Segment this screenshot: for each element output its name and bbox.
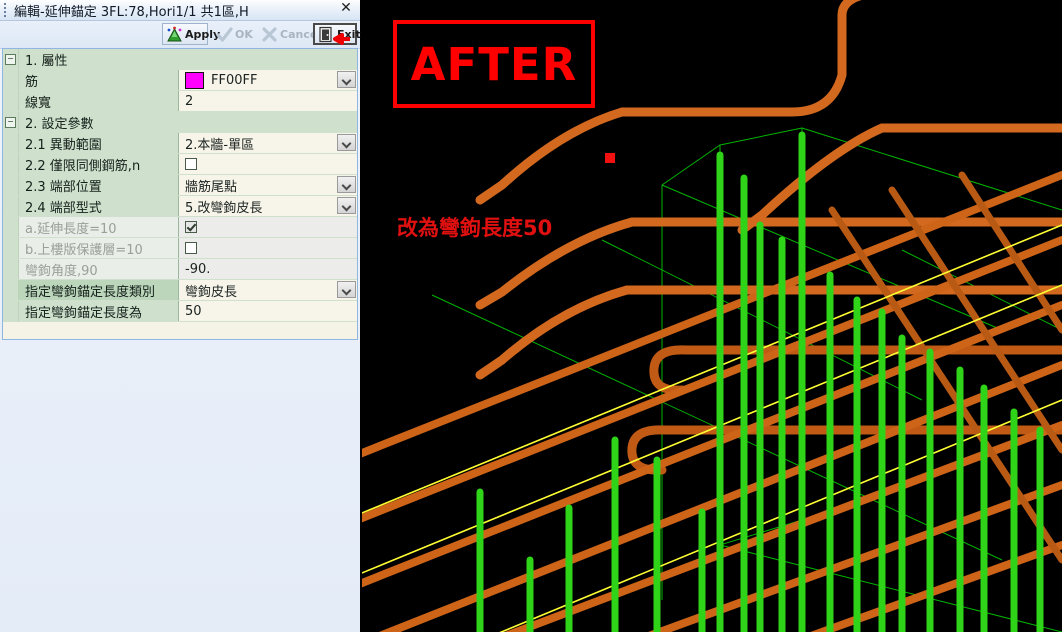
grid-row-label: a.延伸長度=10 [19, 217, 179, 237]
grid-gutter: − [3, 112, 19, 132]
grid-gutter [3, 133, 19, 153]
grid-gutter [3, 154, 19, 174]
grid-group-row[interactable]: − 2. 設定參數 [3, 112, 357, 133]
dialog-title: 編輯-延伸錨定 3FL:78,Hori1/1 共1區,H [14, 5, 249, 20]
cancel-button[interactable]: Cancel [257, 23, 321, 45]
grid-row-label: 2.4 端部型式 [19, 196, 179, 216]
grid-row-label: b.上樓版保護層=10 [19, 238, 179, 258]
grid-row-label: 2.1 異動範圍 [19, 133, 179, 153]
grid-gutter [3, 280, 19, 300]
apply-button[interactable]: Apply [162, 23, 220, 45]
grid-row-value[interactable]: 彎鉤皮長 [179, 280, 357, 300]
grid-row-value[interactable]: 5.改彎鉤皮長 [179, 196, 357, 216]
grid-row-label: 筋 [19, 70, 179, 90]
rebar-3d-viewport[interactable]: AFTER 改為彎鉤長度50 [362, 0, 1062, 632]
chevron-down-icon[interactable] [337, 197, 356, 214]
grid-row-label: 線寬 [19, 91, 179, 111]
color-swatch-icon[interactable] [185, 71, 204, 89]
grid-gutter [3, 217, 19, 237]
grid-row-value[interactable]: 2.本牆-單區 [179, 133, 357, 153]
grid-row-value[interactable]: FF00FF [179, 70, 357, 90]
grid-gutter [3, 91, 19, 111]
dialog-body: 編輯-延伸錨定 3FL:78,Hori1/1 共1區,H ✕ Apply OK … [0, 0, 361, 632]
grid-row-value[interactable]: -90. [179, 259, 357, 279]
grid-row-value-text: 5.改彎鉤皮長 [185, 200, 263, 216]
grid-gutter: − [3, 49, 19, 69]
grid-row-value[interactable]: 2 [179, 91, 357, 111]
ok-button-label: OK [235, 27, 253, 41]
check-icon [216, 26, 233, 43]
collapse-icon[interactable]: − [5, 53, 16, 65]
grid-row-end-position[interactable]: 2.3 端部位置 牆筋尾點 [3, 175, 357, 196]
grid-row-label: 彎鉤角度,90 [19, 259, 179, 279]
edit-anchor-dialog: 編輯-延伸錨定 3FL:78,Hori1/1 共1區,H ✕ Apply OK … [0, 0, 362, 632]
cross-icon [261, 26, 278, 43]
grid-row-value[interactable]: 50 [179, 301, 357, 321]
grid-gutter [3, 196, 19, 216]
chevron-down-icon[interactable] [337, 176, 356, 193]
after-banner: AFTER [393, 20, 595, 108]
grid-row-slab-cover[interactable]: b.上樓版保護層=10 [3, 238, 357, 259]
chevron-down-icon[interactable] [337, 281, 356, 298]
grid-group-row[interactable]: − 1. 屬性 [3, 49, 357, 70]
dialog-toolbar: Apply OK Cancel Exit [0, 21, 361, 49]
ok-button[interactable]: OK [212, 23, 254, 45]
grid-row-label: 1. 屬性 [19, 49, 357, 69]
drag-grip-icon[interactable] [4, 3, 7, 17]
grid-row-label: 指定彎鉤錨定長度為 [19, 301, 179, 321]
grid-row-linewidth[interactable]: 線寬 2 [3, 91, 357, 112]
grid-row-extend-length[interactable]: a.延伸長度=10 [3, 217, 357, 238]
property-grid: − 1. 屬性 筋 FF00FF 線寬 2 − 2. 設定參數 2.1 異動範圍… [2, 48, 358, 340]
dialog-titlebar: 編輯-延伸錨定 3FL:78,Hori1/1 共1區,H ✕ [0, 0, 360, 21]
grid-gutter [3, 175, 19, 195]
grid-row-label: 2.2 僅限同側鋼筋,n [19, 154, 179, 174]
app-root: 編輯-延伸錨定 3FL:78,Hori1/1 共1區,H ✕ Apply OK … [0, 0, 1062, 632]
checkbox-unchecked-icon[interactable] [185, 242, 197, 254]
grid-row-value-text: 彎鉤皮長 [185, 284, 238, 300]
chevron-down-icon[interactable] [337, 134, 356, 151]
color-hex-value: FF00FF [211, 72, 258, 88]
grid-row-hook-angle[interactable]: 彎鉤角度,90 -90. [3, 259, 357, 280]
chevron-down-icon[interactable] [337, 71, 356, 88]
grid-row-end-type[interactable]: 2.4 端部型式 5.改彎鉤皮長 [3, 196, 357, 217]
grid-row-label: 2.3 端部位置 [19, 175, 179, 195]
annotation-label: 改為彎鉤長度50 [397, 216, 553, 240]
grid-row-change-scope[interactable]: 2.1 異動範圍 2.本牆-單區 [3, 133, 357, 154]
checkbox-checked-icon[interactable] [185, 221, 197, 233]
grid-row-value[interactable] [179, 217, 357, 237]
grid-row-same-side-only[interactable]: 2.2 僅限同側鋼筋,n [3, 154, 357, 175]
grid-row-hook-length-value[interactable]: 指定彎鉤錨定長度為 50 [3, 301, 357, 322]
collapse-icon[interactable]: − [5, 116, 16, 128]
grid-gutter [3, 301, 19, 321]
after-banner-label: AFTER [410, 37, 578, 91]
red-arrow-icon [333, 33, 350, 45]
grid-gutter [3, 238, 19, 258]
grid-row-value-text: 牆筋尾點 [185, 179, 238, 195]
grid-row-label: 指定彎鉤錨定長度類別 [19, 280, 179, 300]
apply-triangle-icon [166, 26, 183, 43]
grid-row-value[interactable] [179, 154, 357, 174]
exit-button[interactable]: Exit [313, 23, 361, 45]
grid-row-value[interactable]: 牆筋尾點 [179, 175, 357, 195]
grid-row-hook-length-type[interactable]: 指定彎鉤錨定長度類別 彎鉤皮長 [3, 280, 357, 301]
close-icon[interactable]: ✕ [338, 1, 354, 17]
grid-row-value-text: 2.本牆-單區 [185, 137, 255, 153]
grid-gutter [3, 70, 19, 90]
grid-row-color[interactable]: 筋 FF00FF [3, 70, 357, 91]
red-point-marker [605, 153, 615, 163]
checkbox-unchecked-icon[interactable] [185, 158, 197, 170]
grid-row-label: 2. 設定參數 [19, 112, 357, 132]
grid-gutter [3, 259, 19, 279]
grid-row-value[interactable] [179, 238, 357, 258]
